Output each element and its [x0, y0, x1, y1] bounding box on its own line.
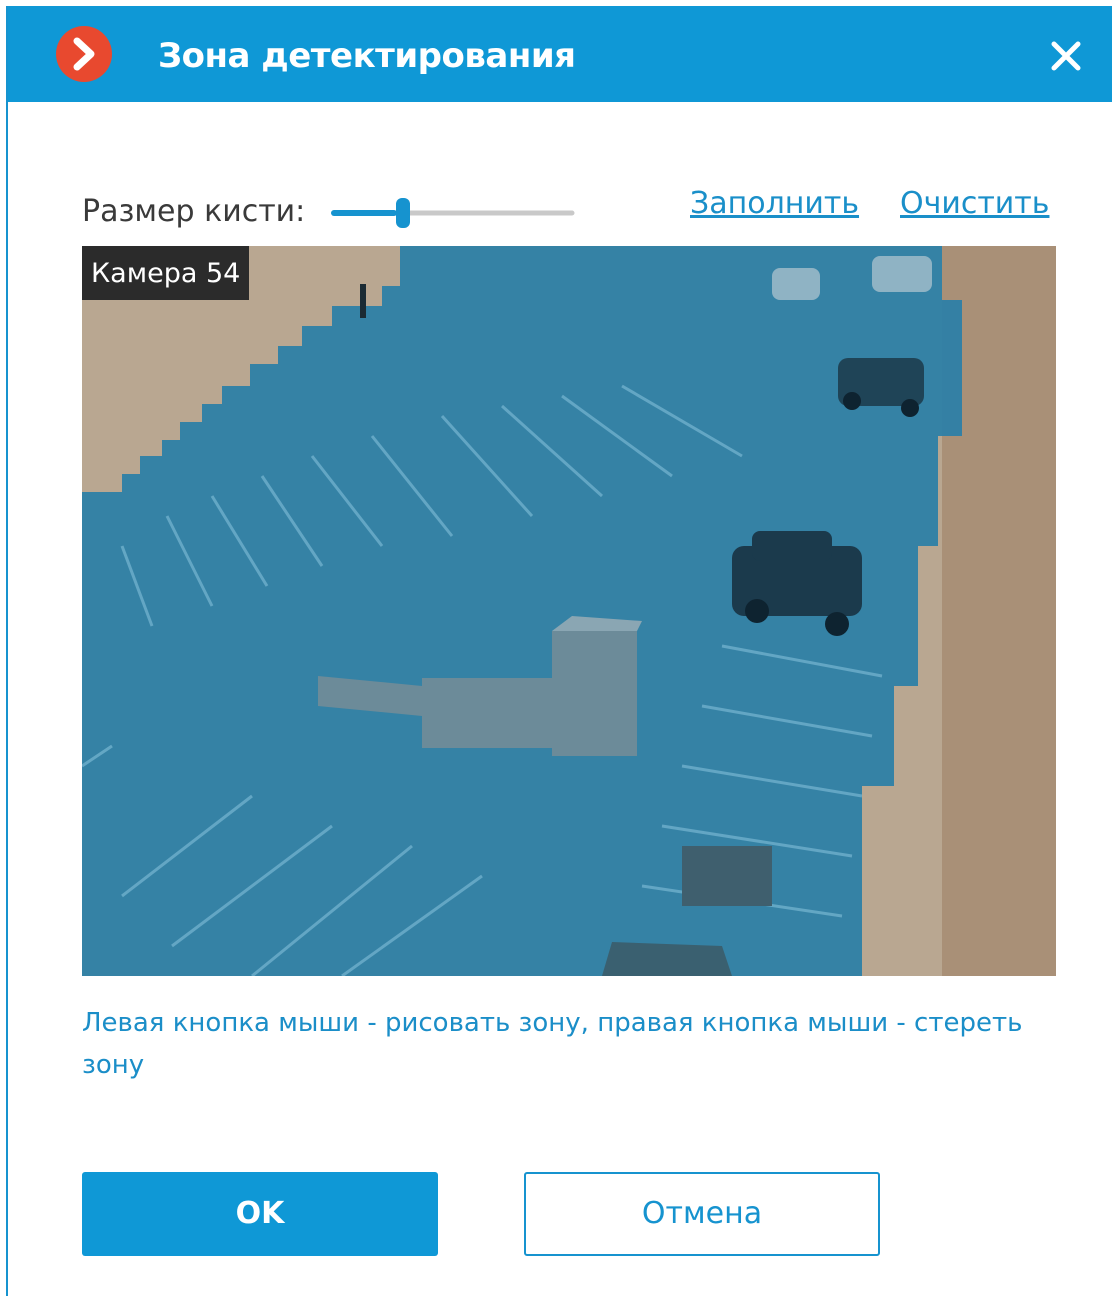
brush-size-label: Размер кисти: — [82, 194, 306, 229]
camera-view[interactable]: Камера 54 — [82, 246, 1056, 976]
brush-size-slider[interactable] — [328, 196, 578, 230]
manhole — [682, 846, 772, 906]
camera-name-label: Камера 54 — [82, 246, 250, 300]
camera-frame[interactable] — [82, 246, 1056, 976]
detection-zone-dialog: Зона детектирования Размер кисти: Заполн… — [6, 6, 1112, 1296]
slider-thumb — [396, 198, 410, 228]
dialog-title: Зона детектирования — [158, 36, 576, 76]
clear-link[interactable]: Очистить — [900, 186, 1049, 221]
chevron-right-circle-icon — [56, 26, 112, 82]
fill-link[interactable]: Заполнить — [690, 186, 859, 221]
title-bar: Зона детектирования — [8, 6, 1112, 102]
person — [360, 284, 366, 318]
close-icon[interactable] — [1048, 38, 1084, 74]
hint-text: Левая кнопка мыши - рисовать зону, права… — [82, 1008, 1023, 1080]
structure — [602, 942, 732, 976]
ok-button[interactable]: OK — [82, 1172, 438, 1256]
cancel-button[interactable]: Отмена — [524, 1172, 880, 1256]
